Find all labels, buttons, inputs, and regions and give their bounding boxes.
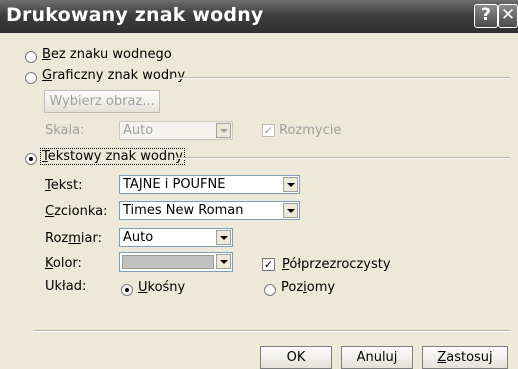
- text-value: TAJNE i POUFNE: [123, 177, 226, 192]
- no-watermark-text: ez znaku wodnego: [50, 47, 172, 62]
- size-accel: m: [68, 231, 81, 246]
- button-separator: [33, 330, 511, 332]
- size-value: Auto: [123, 230, 154, 245]
- semitransparent-label-rest: ółprzezroczysty: [289, 257, 391, 272]
- close-icon: ✕: [500, 5, 516, 25]
- scale-value: Auto: [123, 123, 154, 138]
- color-dropdown-icon[interactable]: [216, 254, 231, 269]
- size-label: Rozmiar:: [45, 231, 102, 246]
- font-label: Czcionka:: [45, 204, 108, 219]
- text-dropdown-icon[interactable]: [283, 177, 298, 192]
- picture-watermark-radio[interactable]: [25, 72, 37, 84]
- diagonal-radio[interactable]: [121, 284, 133, 296]
- font-accel: C: [45, 204, 55, 219]
- picture-group-line: [174, 77, 510, 79]
- cancel-button[interactable]: Anuluj: [341, 346, 413, 369]
- picture-watermark-text: raficzny znak wodny: [52, 68, 186, 83]
- no-watermark-label[interactable]: Bez znaku wodnego: [42, 47, 172, 62]
- watermark-dialog: Drukowany znak wodny ? ✕ Bez znaku wodne…: [0, 0, 518, 369]
- size-label-start: Roz: [45, 231, 69, 246]
- text-group-line: [174, 157, 510, 159]
- size-combo[interactable]: Auto: [119, 228, 233, 247]
- size-dropdown-icon[interactable]: [216, 230, 231, 245]
- washout-checkbox[interactable]: ✓: [262, 124, 275, 137]
- select-picture-button[interactable]: Wybierz obraz...: [44, 90, 160, 113]
- close-button[interactable]: ✕: [498, 4, 518, 28]
- picture-watermark-label[interactable]: Graficzny znak wodny: [42, 68, 185, 83]
- text-watermark-text: ekstowy znak wodny: [47, 149, 184, 164]
- help-button[interactable]: ?: [474, 4, 498, 28]
- ok-button[interactable]: OK: [260, 346, 332, 369]
- diagonal-label: Ukośny: [138, 280, 185, 295]
- text-watermark-label[interactable]: Tekstowy znak wodny: [40, 148, 186, 165]
- horizontal-radio[interactable]: [264, 284, 276, 296]
- color-swatch: [122, 255, 214, 269]
- layout-label: Układ:: [45, 279, 87, 294]
- text-label: Tekst:: [45, 178, 83, 193]
- color-label: Kolor:: [45, 256, 82, 271]
- color-picker[interactable]: [119, 252, 233, 272]
- dialog-title: Drukowany znak wodny: [6, 4, 264, 26]
- size-label-rest: iar:: [80, 231, 102, 246]
- horizontal-label-rest: omy: [306, 280, 336, 295]
- font-dropdown-icon[interactable]: [283, 203, 298, 218]
- color-accel: K: [45, 256, 53, 271]
- text-watermark-radio[interactable]: [25, 153, 37, 165]
- no-watermark-accel: B: [42, 47, 51, 62]
- picture-watermark-accel: G: [42, 68, 53, 83]
- font-combo[interactable]: Times New Roman: [119, 201, 300, 220]
- horizontal-label: Poziomy: [281, 280, 335, 295]
- horizontal-label-start: Poz: [281, 280, 304, 295]
- scale-label: Skala:: [45, 123, 85, 138]
- font-label-rest: zcionka:: [54, 204, 108, 219]
- apply-button[interactable]: Zastosuj: [422, 346, 508, 369]
- washout-label: Rozmycie: [279, 123, 342, 138]
- help-icon: ?: [481, 5, 491, 25]
- text-combo[interactable]: TAJNE i POUFNE: [119, 175, 300, 194]
- scale-dropdown-icon[interactable]: [216, 123, 231, 138]
- scale-select[interactable]: Auto: [119, 121, 233, 140]
- font-value: Times New Roman: [123, 203, 244, 218]
- semitransparent-checkbox[interactable]: ✓: [262, 258, 275, 271]
- semitransparent-label: Półprzezroczysty: [282, 257, 391, 272]
- diagonal-accel: U: [138, 280, 148, 295]
- apply-label-rest: astosuj: [446, 350, 493, 365]
- text-label-rest: ekst:: [50, 178, 83, 193]
- diagonal-label-rest: kośny: [147, 280, 186, 295]
- no-watermark-radio[interactable]: [25, 51, 37, 63]
- color-label-rest: olor:: [52, 256, 82, 271]
- apply-accel: Z: [437, 350, 447, 365]
- title-bar: Drukowany znak wodny ? ✕: [0, 0, 518, 33]
